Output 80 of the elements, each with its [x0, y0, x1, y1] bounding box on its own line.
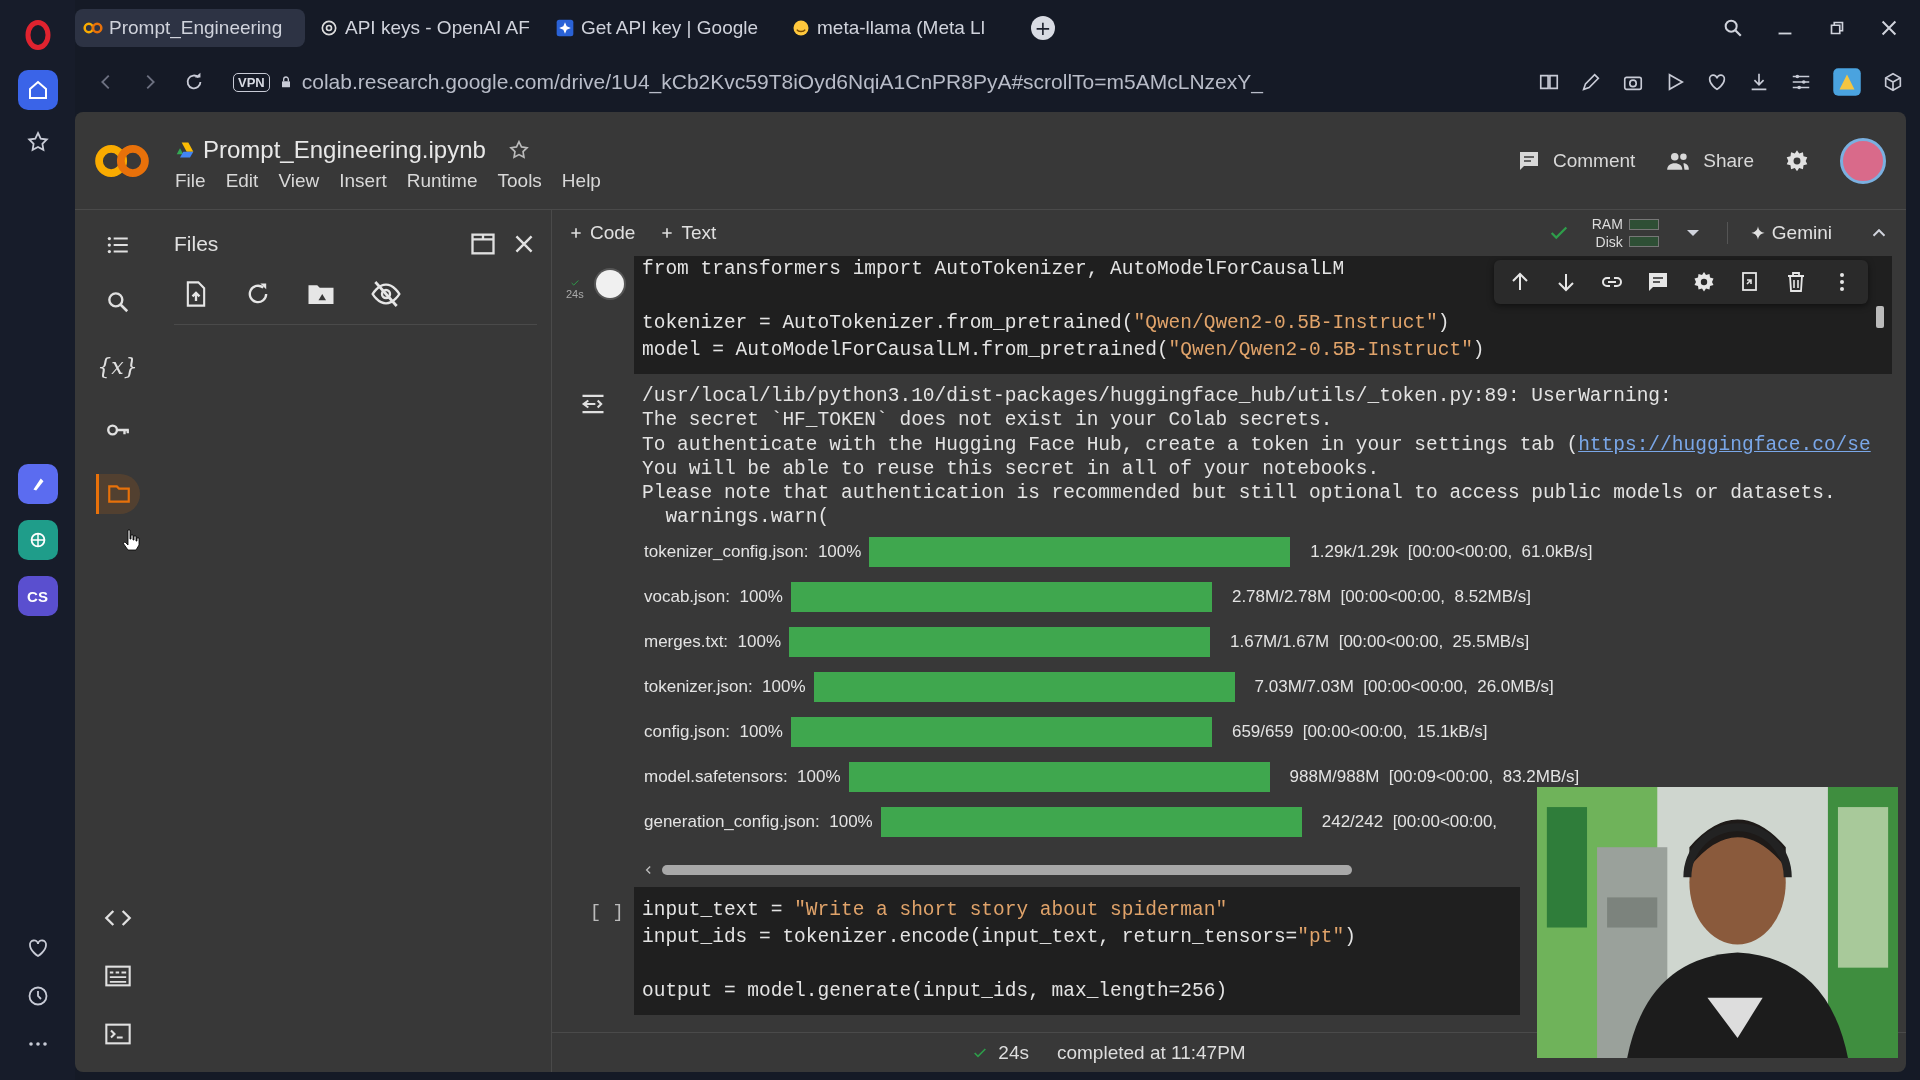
ram-label: RAM	[1591, 215, 1623, 233]
menu-item[interactable]: View	[278, 169, 320, 192]
output-line: You will be able to reuse this secret in all of your notebooks.	[642, 456, 1381, 482]
ram-meter	[1628, 219, 1659, 230]
settings-icon[interactable]	[1692, 270, 1716, 294]
smiley-icon	[791, 18, 811, 38]
menu-item[interactable]: File	[175, 169, 206, 192]
resources-button[interactable]: RAM Disk	[1591, 215, 1659, 251]
output-line: The secret `HF_TOKEN` does not exist in your Colab secrets.	[642, 408, 1334, 433]
sidebar-app[interactable]: CS	[17, 576, 58, 616]
disk-meter	[1628, 236, 1659, 247]
pen-icon[interactable]	[1580, 71, 1602, 93]
sparkle-icon	[555, 18, 575, 38]
progress-stats: 1.67M/1.67M [00:00<00:00, 25.5MB/s]	[1230, 632, 1530, 653]
output-line: warnings.warn(	[664, 505, 831, 530]
scrollbar[interactable]	[1876, 306, 1884, 328]
progress-label: config.json: 100%	[644, 722, 783, 743]
browser-tab[interactable]: Prompt_Engineering	[75, 9, 305, 47]
url-text: colab.research.google.com/drive/1U4_kCb2Kvc59T8iOyd6NqiA1CnPR8PyA#scrollTo=m5AMcLNzexY_	[301, 70, 1263, 94]
code-text: input_text = "Write a short story about spiderman" input_ids = tokenizer.encode(input_text, return_tensors="pt") output = model.generate(input_ids, max_length=256)	[642, 897, 1356, 1004]
sidebar-app[interactable]	[17, 520, 58, 560]
run-time: 24s	[566, 288, 584, 300]
output-line: Please note that authentication is recommended but still optional to access public models or datasets.	[642, 481, 1837, 506]
plus-icon	[568, 225, 584, 241]
run-time: 24s	[998, 1041, 1029, 1064]
status-text: completed at 11:47PM	[1056, 1041, 1246, 1064]
code-editor[interactable]	[634, 256, 1892, 374]
progress-label: merges.txt: 100%	[644, 632, 781, 653]
panel-title: Files	[174, 232, 220, 256]
progress-label: tokenizer_config.json: 100%	[644, 542, 862, 563]
sidebar-app[interactable]	[17, 464, 58, 504]
address-field[interactable]: VPN colab.research.google.com/drive/1U4_kCb2Kvc59T8iOyd6NqiA1CnPR8PyA#scrollTo=m5AMcLNzexY_	[227, 62, 1516, 102]
browser-tab[interactable]: meta-llama (Meta Ll	[783, 9, 1013, 47]
progress-label: generation_config.json: 100%	[644, 812, 873, 833]
add-cell-button[interactable]: Text	[659, 222, 717, 244]
notebook-title[interactable]: Prompt_Engineering.ipynb	[203, 135, 486, 164]
cube-icon[interactable]	[1882, 71, 1904, 93]
sidebar-item[interactable]: {x}	[95, 346, 140, 386]
output-line: To authenticate with the Hugging Face Hub, create a token in your settings tab (https://huggingface.co/se	[642, 432, 1872, 457]
browser-tab[interactable]: API keys - OpenAI AF	[311, 9, 541, 47]
comment-button[interactable]: Comment	[1516, 148, 1636, 173]
progress-stats: 242/242 [00:00<00:00,	[1321, 812, 1498, 833]
menu-item[interactable]: Insert	[339, 169, 387, 192]
new-tab-button[interactable]: +	[1031, 16, 1055, 40]
link[interactable]: https://huggingface.co/se	[1578, 433, 1871, 456]
comment-icon[interactable]	[1646, 270, 1670, 294]
progress-stats: 2.78M/2.78M [00:00<00:00, 8.52MB/s]	[1231, 587, 1532, 608]
menu-item[interactable]: Help	[561, 169, 601, 192]
progress-stats: 1.29k/1.29k [00:00<00:00, 61.0kB/s]	[1310, 542, 1593, 563]
star-icon[interactable]	[25, 130, 50, 154]
progress-stats: 988M/988M [00:09<00:00, 83.2MB/s]	[1289, 767, 1580, 788]
share-button[interactable]: Share	[1665, 147, 1754, 174]
extension-icon[interactable]	[1832, 67, 1862, 97]
disk-label: Disk	[1595, 233, 1623, 251]
menu-item[interactable]: Tools	[497, 169, 542, 192]
check-icon	[569, 278, 580, 288]
menu-item[interactable]: Runtime	[406, 169, 478, 192]
progress-label: vocab.json: 100%	[644, 587, 783, 608]
run-button[interactable]	[596, 270, 624, 298]
heart-icon[interactable]	[1706, 71, 1728, 93]
cell-prompt[interactable]: [ ]	[589, 896, 624, 1015]
vpn-badge[interactable]: VPN	[233, 72, 270, 92]
star-icon[interactable]	[507, 138, 530, 161]
progress-label: model.safetensors: 100%	[644, 767, 841, 788]
home-button[interactable]	[17, 70, 58, 110]
browser-tab[interactable]: Get API key | Google	[547, 9, 777, 47]
scrollbar[interactable]	[662, 864, 1352, 875]
code-text: from transformers import AutoTokenizer, AutoModelForCausalLM tokenizer = AutoTokenizer.from_pretrained("Qwen/Qwen2-0.5B-Instruct") model = AutoModelForCausalLM.from_pretrained("Qwen/Qwen2-0.5B-Instruct")	[642, 257, 1485, 363]
progress-stats: 7.03M/7.03M [00:00<00:00, 26.0MB/s]	[1254, 677, 1554, 698]
menu-item[interactable]: Edit	[225, 169, 259, 192]
code-editor[interactable]: input_text = "Write a short story about spiderman" input_ids = tokenizer.encode(input_text, return_tensors="pt") output = model.generate(input_ids, max_length=256)	[634, 886, 1520, 1015]
gemini-button[interactable]: Gemini	[1726, 222, 1846, 244]
output-line: /usr/local/lib/python3.10/dist-packages/huggingface_hub/utils/_token.py:89: UserWarning:	[642, 384, 1673, 409]
add-cell-button[interactable]: Code	[568, 222, 636, 244]
sidebar-item[interactable]	[95, 474, 140, 514]
search-icon[interactable]	[1722, 17, 1744, 39]
progress-label: tokenizer.json: 100%	[644, 677, 806, 698]
eye-off-icon[interactable]	[370, 278, 402, 310]
progress-stats: 659/659 [00:00<00:00, 15.1kB/s]	[1231, 722, 1488, 743]
avatar[interactable]	[1840, 137, 1886, 184]
